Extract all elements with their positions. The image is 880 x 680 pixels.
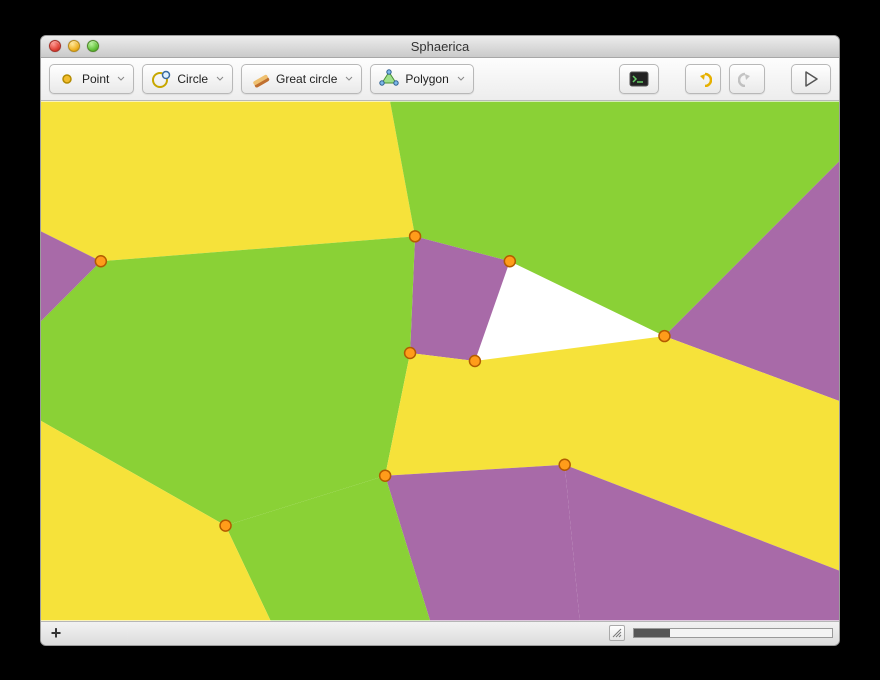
tool-label: Polygon — [405, 72, 448, 86]
minimize-icon[interactable] — [68, 40, 80, 52]
resize-grip-icon[interactable] — [609, 625, 625, 641]
zoom-slider[interactable] — [633, 628, 833, 638]
statusbar: + — [41, 621, 839, 645]
redo-icon — [738, 71, 756, 87]
zoom-icon[interactable] — [87, 40, 99, 52]
control-point[interactable] — [659, 330, 670, 341]
control-point[interactable] — [559, 459, 570, 470]
add-button[interactable]: + — [47, 624, 65, 642]
tool-label: Circle — [177, 72, 208, 86]
greatcircle-icon — [250, 69, 270, 89]
control-point[interactable] — [220, 520, 231, 531]
slider-fill — [634, 629, 670, 637]
app-window: Sphaerica Point Circle Great circle — [40, 35, 840, 646]
window-title: Sphaerica — [41, 39, 839, 54]
toolbar: Point Circle Great circle — [41, 58, 839, 101]
undo-icon — [694, 71, 712, 87]
tool-point[interactable]: Point — [49, 64, 134, 94]
titlebar[interactable]: Sphaerica — [41, 36, 839, 58]
control-point[interactable] — [469, 355, 480, 366]
console-icon — [629, 71, 649, 87]
point-icon — [58, 70, 76, 88]
control-point[interactable] — [504, 255, 515, 266]
tool-label: Point — [82, 72, 109, 86]
play-button[interactable] — [791, 64, 831, 94]
control-point[interactable] — [405, 347, 416, 358]
region[interactable] — [41, 101, 415, 261]
chevron-down-icon — [216, 75, 224, 83]
window-controls — [49, 40, 99, 52]
tool-greatcircle[interactable]: Great circle — [241, 64, 362, 94]
circle-icon — [151, 69, 171, 89]
console-button[interactable] — [619, 64, 659, 94]
polygon-icon — [379, 69, 399, 89]
control-point[interactable] — [380, 470, 391, 481]
close-icon[interactable] — [49, 40, 61, 52]
tool-circle[interactable]: Circle — [142, 64, 233, 94]
chevron-down-icon — [117, 75, 125, 83]
chevron-down-icon — [345, 75, 353, 83]
control-point[interactable] — [410, 230, 421, 241]
undo-button[interactable] — [685, 64, 721, 94]
control-point[interactable] — [95, 255, 106, 266]
redo-button[interactable] — [729, 64, 765, 94]
tool-label: Great circle — [276, 72, 337, 86]
play-icon — [804, 71, 818, 87]
tool-polygon[interactable]: Polygon — [370, 64, 473, 94]
drawing-canvas[interactable] — [41, 101, 839, 621]
chevron-down-icon — [457, 75, 465, 83]
